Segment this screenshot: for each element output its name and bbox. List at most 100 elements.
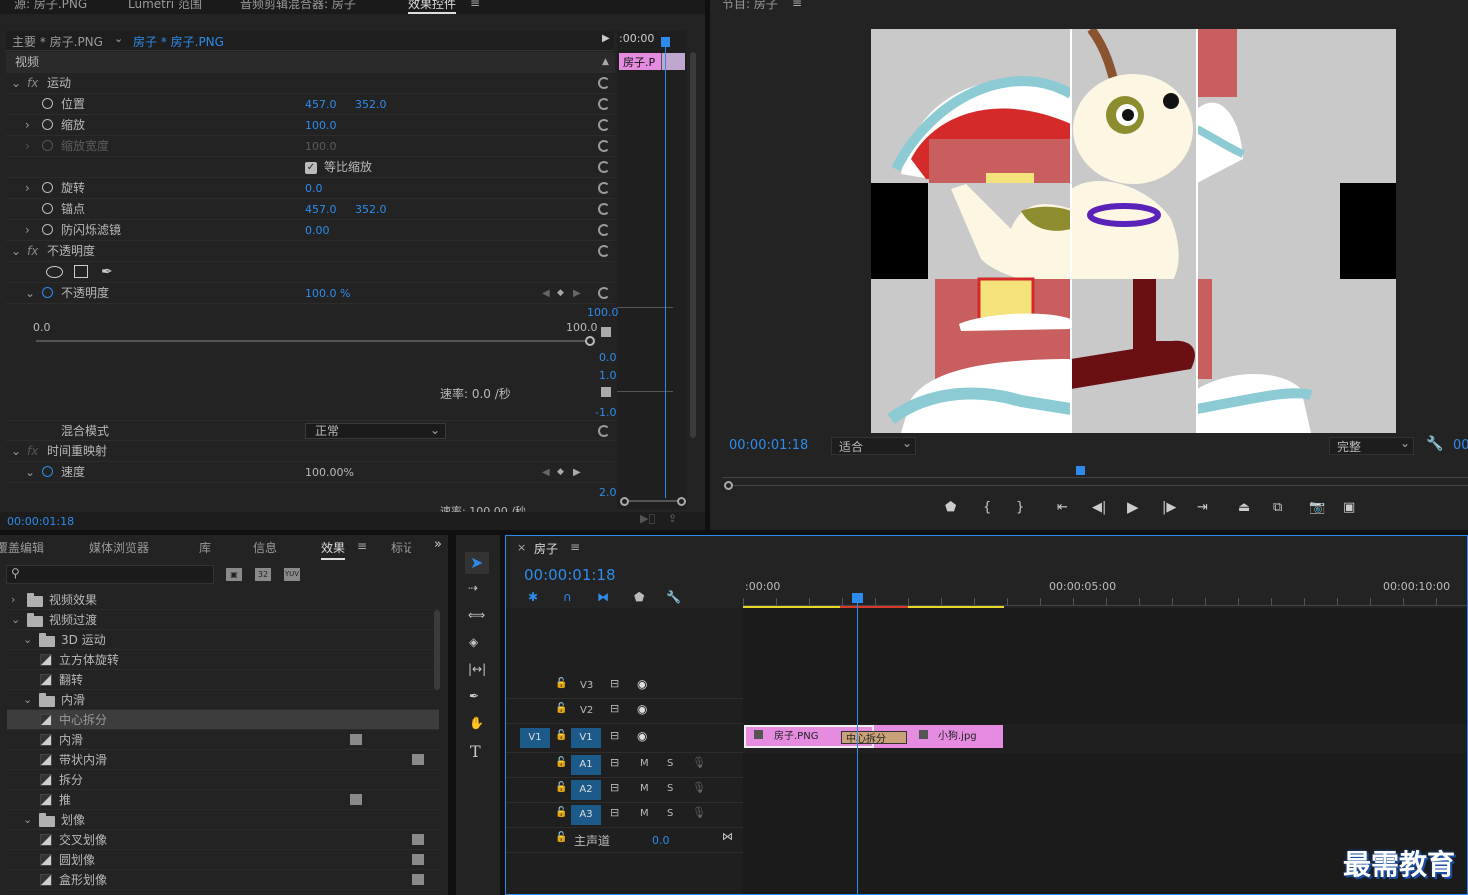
chevron-down-icon[interactable]: ⌄ [11,610,20,630]
menu-icon[interactable]: ≡ [357,539,367,553]
lock-icon[interactable]: 🔓 [555,678,567,689]
eye-icon[interactable]: ◉ [637,677,647,691]
solo-button[interactable]: S [667,758,673,769]
mute-button[interactable]: M [640,808,649,819]
search-input[interactable] [25,567,211,582]
effects-folder[interactable]: ⌄ 视频过渡 [7,610,439,630]
type-tool-icon[interactable]: T [470,742,481,761]
reset-icon[interactable] [598,161,610,173]
effects-item[interactable]: 内滑 [7,730,439,750]
ec-scrollbar[interactable] [690,52,696,438]
stopwatch-active-icon[interactable] [42,466,53,477]
lock-icon[interactable]: 🔓 [555,807,567,818]
lock-icon[interactable]: 🔓 [555,757,567,768]
chevron-down-icon[interactable]: ⌄ [11,73,21,94]
effects-folder[interactable]: ⌄ 划像 [7,810,439,830]
effects-item[interactable]: 圆划像 [7,850,439,870]
quality-dropdown[interactable]: 完整 ⌄ [1329,436,1414,455]
blend-mode-dropdown[interactable]: 正常 ⌄ [305,423,446,439]
chevron-right-icon[interactable]: › [25,115,30,136]
prev-keyframe-icon[interactable]: ◀ [542,462,550,483]
rectangle-mask-icon[interactable] [74,265,88,278]
export-icon[interactable]: ⇪ [668,512,677,525]
effects-item[interactable]: 盒形划像 [7,870,439,890]
effects-item[interactable]: 立方体旋转 [7,650,439,670]
ec-playhead-handle[interactable] [661,37,670,47]
ec-playhead[interactable] [665,38,666,498]
solo-button[interactable]: S [667,783,673,794]
32bit-effects-icon[interactable]: 32 [255,568,271,581]
reset-icon[interactable] [598,140,610,152]
scale-value[interactable]: 100.0 [305,115,337,136]
opacity-slider-track[interactable] [36,340,588,342]
effects-search[interactable]: ⚲ [6,565,214,584]
menu-icon[interactable]: ≡ [570,540,580,554]
reset-icon[interactable] [598,98,610,110]
uniform-scale-checkbox[interactable]: ✓ [305,162,317,174]
stopwatch-icon[interactable] [42,119,53,130]
stopwatch-icon[interactable] [42,224,53,235]
chevron-down-icon[interactable]: ⌄ [23,630,32,650]
tab-effects[interactable]: 效果 [321,539,346,560]
reset-icon[interactable] [598,203,610,215]
tab-libraries[interactable]: 库 [199,539,211,556]
timeline-playhead-handle[interactable] [852,593,863,603]
ec-zoom-handle-right[interactable] [677,497,686,506]
ec-zoom-handle-left[interactable] [620,497,629,506]
microphone-icon[interactable]: 🎙 [692,806,706,819]
track-name-v2[interactable]: V2 [580,705,593,716]
sync-lock-icon[interactable]: ⊟ [610,756,619,769]
reset-icon[interactable] [598,287,610,299]
ripple-edit-icon[interactable]: ⟺ [468,608,485,622]
next-keyframe-icon[interactable]: ▶ [573,283,581,304]
fx-badge-icon[interactable]: fx [27,241,38,262]
eye-icon[interactable]: ◉ [637,729,647,743]
tab-overwrite-edit[interactable]: 覆盖编辑 [0,539,44,556]
lock-icon[interactable]: 🔓 [555,782,567,793]
go-to-end-icon[interactable]: ⋈ [722,830,733,843]
add-marker-icon[interactable]: ⬟ [634,590,644,604]
menu-icon[interactable]: ≡ [470,0,480,10]
menu-icon[interactable]: ≡ [792,0,802,10]
sync-lock-icon[interactable]: ⊟ [610,677,619,690]
timeline-timecode[interactable]: 00:00:01:18 [524,566,616,584]
zoom-handle[interactable] [724,481,733,490]
nest-icon[interactable]: ✱ [528,590,538,604]
fx-badge-icon[interactable]: fx [27,73,38,94]
program-ruler[interactable] [722,468,1468,478]
camera-icon[interactable]: 📷 [1309,500,1325,515]
lock-icon[interactable]: 🔓 [555,730,567,741]
tab-markers[interactable]: 标记 [391,539,411,556]
effects-item[interactable]: 中心拆分 [7,710,439,730]
wrench-icon[interactable]: 🔧 [666,590,681,604]
anchor-y-value[interactable]: 352.0 [355,199,387,220]
chevron-right-icon[interactable]: › [25,220,30,241]
flicker-value[interactable]: 0.00 [305,220,330,241]
stopwatch-active-icon[interactable] [42,287,53,298]
snap-magnet-icon[interactable]: ∩ [563,590,572,604]
next-keyframe-icon[interactable]: ▶ [573,462,581,483]
program-playhead[interactable] [1076,466,1085,475]
tab-effect-controls[interactable]: 效果控件 [408,0,457,14]
effects-folder[interactable]: ⌄ 3D 运动 [7,630,439,650]
chevron-down-icon[interactable]: ⌄ [25,462,35,483]
sync-lock-icon[interactable]: ⊟ [610,702,619,715]
reset-icon[interactable] [598,245,610,257]
linked-selection-icon[interactable]: ⧓ [597,590,609,604]
mute-button[interactable]: M [640,783,649,794]
step-back-icon[interactable]: ◀| [1092,500,1106,515]
track-name-v1[interactable]: V1 [571,728,601,748]
effects-item[interactable]: 交叉划像 [7,830,439,850]
rotation-value[interactable]: 0.0 [305,178,323,199]
chevron-down-icon[interactable]: ⌄ [11,241,21,262]
sync-lock-icon[interactable]: ⊟ [610,729,619,742]
compare-view-icon[interactable]: ▣ [1343,500,1355,515]
reset-icon[interactable] [598,182,610,194]
ec-zoom-bar[interactable] [623,500,681,502]
effects-item[interactable]: 推 [7,790,439,810]
zoom-bar[interactable] [733,485,1468,486]
sync-lock-icon[interactable]: ⊟ [610,806,619,819]
microphone-icon[interactable]: 🎙 [692,781,706,794]
effects-scrollbar[interactable] [434,610,440,690]
source-patch-v1[interactable]: V1 [520,728,550,748]
